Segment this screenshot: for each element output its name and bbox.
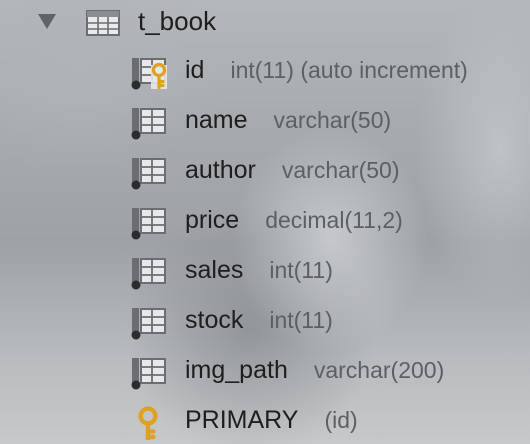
column-label: name varchar(50) — [185, 106, 391, 135]
tree-node-column[interactable]: name varchar(50) — [0, 102, 530, 142]
column-icon — [131, 308, 166, 340]
table-icon — [86, 10, 120, 36]
column-label: price decimal(11,2) — [185, 206, 403, 235]
column-icon — [131, 158, 166, 190]
column-type: int(11) (auto increment) — [230, 57, 468, 83]
tree-node-column[interactable]: price decimal(11,2) — [0, 202, 530, 242]
tree-node-column[interactable]: stock int(11) — [0, 302, 530, 342]
column-label: sales int(11) — [185, 256, 333, 285]
column-label: id int(11) (auto increment) — [185, 56, 468, 85]
tree-node-column[interactable]: author varchar(50) — [0, 152, 530, 192]
database-tree: t_book id int(11) (auto increment) name var… — [0, 0, 530, 444]
column-label: author varchar(50) — [185, 156, 400, 185]
key-icon — [138, 406, 158, 440]
column-type: varchar(50) — [281, 157, 400, 183]
column-type: int(11) — [269, 257, 333, 283]
expand-triangle-icon[interactable] — [38, 14, 56, 29]
column-icon — [131, 258, 166, 290]
column-type: decimal(11,2) — [265, 207, 403, 233]
column-icon — [131, 358, 166, 390]
column-name: author — [185, 156, 256, 184]
tree-node-key[interactable]: PRIMARY (id) — [0, 402, 530, 442]
column-name: img_path — [185, 356, 288, 384]
tree-node-column[interactable]: id int(11) (auto increment) — [0, 52, 530, 92]
column-label: stock int(11) — [185, 306, 333, 335]
column-type: varchar(200) — [313, 357, 445, 383]
column-name: id — [185, 56, 205, 84]
column-type: varchar(50) — [273, 107, 392, 133]
primary-key-column-icon — [131, 58, 167, 90]
column-label: img_path varchar(200) — [185, 356, 444, 385]
key-name: PRIMARY — [185, 406, 299, 434]
key-columns: (id) — [324, 407, 358, 433]
tree-node-column[interactable]: sales int(11) — [0, 252, 530, 292]
column-name: price — [185, 206, 240, 234]
table-name: t_book — [138, 6, 217, 36]
column-name: stock — [185, 306, 244, 334]
column-icon — [131, 208, 166, 240]
key-label: PRIMARY (id) — [185, 406, 358, 435]
column-icon — [131, 108, 166, 140]
column-type: int(11) — [269, 307, 333, 333]
column-name: name — [185, 106, 248, 134]
tree-node-table[interactable]: t_book — [0, 2, 530, 42]
column-name: sales — [185, 256, 244, 284]
tree-node-column[interactable]: img_path varchar(200) — [0, 352, 530, 392]
